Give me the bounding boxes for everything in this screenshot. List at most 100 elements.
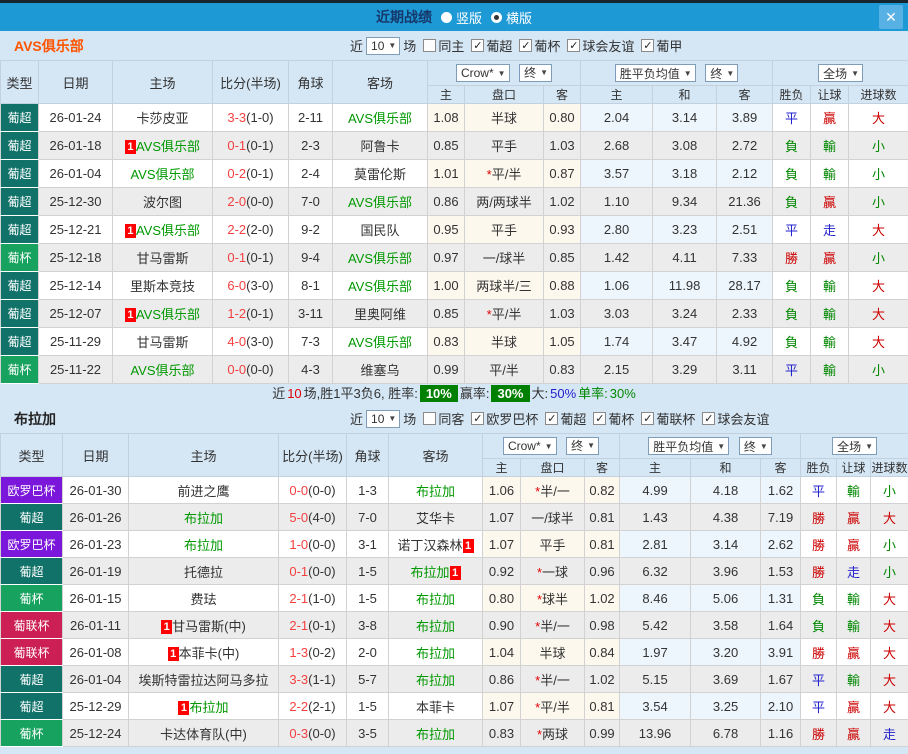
result-wdl-cell: 勝 (800, 503, 838, 531)
avg-away-cell: 1.31 (760, 584, 802, 612)
average-select[interactable]: 胜平负均值 ▼ (648, 437, 730, 455)
average-select[interactable]: 胜平负均值 ▼ (614, 64, 696, 82)
date-cell: 26-01-24 (38, 103, 113, 132)
dropdown-arrow-icon: ▼ (865, 441, 873, 451)
home-team-cell: 1 布拉加 (128, 692, 279, 720)
odds-away-cell: 0.87 (542, 159, 582, 188)
checkbox-icon (641, 412, 655, 425)
corner-cell: 2-0 (346, 638, 389, 666)
date-cell: 25-12-24 (62, 719, 129, 747)
match-count-select[interactable]: 10 ▼ (366, 409, 401, 428)
avg-home-cell: 2.68 (580, 131, 654, 160)
result-wdl-cell: 負 (772, 271, 812, 300)
handicap-cell: *平/半 (520, 692, 585, 720)
odds-time-select[interactable]: 终 ▼ (519, 63, 553, 82)
league-checkbox-label: 葡超 (486, 39, 513, 54)
odds-away-cell: 0.84 (583, 638, 621, 666)
avg-draw-cell: 3.47 (652, 327, 718, 356)
result-handicap-cell: 贏 (810, 243, 850, 272)
league-checkbox[interactable]: 球会友谊 (567, 36, 634, 55)
col-header: 类型 (0, 433, 63, 477)
odds-time-select[interactable]: 终 ▼ (566, 436, 600, 455)
date-cell: 26-01-04 (38, 159, 113, 188)
sub-col-header: 盘口 (464, 85, 544, 104)
same-venue-checkbox[interactable]: 同客 (423, 409, 464, 428)
odds-away-cell: 0.96 (583, 557, 621, 585)
odds-away-cell: 0.81 (583, 692, 621, 720)
odds-away-cell: 0.88 (542, 271, 582, 300)
result-handicap-cell: 輸 (810, 271, 850, 300)
fulltime-select[interactable]: 全场 ▼ (832, 437, 877, 455)
score-cell: 2-0(0-0) (212, 187, 289, 216)
sub-col-header: 胜负 (800, 458, 838, 477)
result-goals-cell: 小 (870, 476, 908, 504)
result-wdl-cell: 平 (800, 476, 838, 504)
league-checkbox[interactable]: 葡甲 (641, 36, 682, 55)
avg-away-cell: 2.72 (716, 131, 774, 160)
checkbox-icon (545, 412, 559, 425)
home-team-cell: 1 AVS俱乐部 (112, 299, 213, 328)
avg-away-cell: 1.67 (760, 665, 802, 693)
league-checkbox[interactable]: 葡超 (545, 409, 586, 428)
league-checkbox[interactable]: 葡超 (471, 36, 512, 55)
changed-odds-star-icon: * (536, 564, 543, 580)
league-checkbox[interactable]: 葡杯 (593, 409, 634, 428)
sub-col-header: 主 (580, 85, 654, 104)
checkbox-icon (471, 412, 485, 425)
handicap-cell: 两/两球半 (464, 187, 544, 216)
odds-away-cell: 0.99 (583, 719, 621, 747)
match-count-select[interactable]: 10 ▼ (366, 36, 401, 55)
fulltime-select[interactable]: 全场 ▼ (818, 64, 863, 82)
checkbox-icon (423, 39, 437, 52)
stat-part: 赢率: (459, 386, 490, 401)
avg-home-cell: 1.06 (580, 271, 654, 300)
average-time-select[interactable]: 终 ▼ (738, 437, 772, 455)
section-braga: 布拉加 近 10 ▼ 场 同客 欧罗巴杯葡超葡杯葡联杯球会友谊 类型 日期 主场… (0, 404, 908, 747)
result-wdl-cell: 負 (800, 584, 838, 612)
home-team-cell: 前进之鹰 (128, 476, 279, 504)
avg-home-cell: 3.54 (619, 692, 692, 720)
stat-part: 单率: (578, 386, 608, 401)
score-cell: 1-3(0-2) (278, 638, 347, 666)
changed-odds-star-icon: * (535, 618, 541, 634)
result-goals-cell: 小 (848, 187, 908, 216)
close-button[interactable]: ✕ (879, 5, 903, 29)
home-team-cell: 里斯本竞技 (112, 271, 213, 300)
date-cell: 26-01-23 (62, 530, 129, 558)
score-cell: 3-3(1-0) (212, 103, 289, 132)
league-checkbox[interactable]: 欧罗巴杯 (471, 409, 538, 428)
matches-table: 类型 日期 主场 比分(半场) 角球 客场 Crow* ▼ 终 ▼ 胜平负均值 ▼ 终… (0, 60, 908, 384)
odds-home-cell: 0.86 (482, 665, 521, 693)
avg-home-cell: 5.42 (619, 611, 692, 639)
same-venue-checkbox[interactable]: 同主 (423, 36, 464, 55)
score-cell: 2-1(1-0) (278, 584, 347, 612)
avg-away-cell: 2.10 (760, 692, 802, 720)
score-cell: 0-0(0-0) (278, 476, 347, 504)
avg-home-cell: 2.15 (580, 355, 654, 384)
result-handicap-cell: 輸 (836, 665, 872, 693)
league-checkbox[interactable]: 葡联杯 (641, 409, 695, 428)
league-type-cell: 葡超 (0, 692, 63, 720)
bookmaker-select[interactable]: Crow* ▼ (502, 437, 557, 456)
result-goals-cell: 小 (870, 557, 908, 585)
avg-home-cell: 3.03 (580, 299, 654, 328)
radio-horizontal-layout[interactable]: 横版 (482, 8, 532, 27)
date-cell: 25-11-22 (38, 355, 113, 384)
odds-home-cell: 0.83 (427, 327, 465, 356)
league-checkbox[interactable]: 球会友谊 (702, 409, 769, 428)
avg-home-cell: 2.04 (580, 103, 654, 132)
away-team-cell: 维塞乌 (332, 355, 428, 384)
corner-cell: 3-1 (346, 530, 389, 558)
average-time-select[interactable]: 终 ▼ (705, 64, 739, 82)
radio-vertical-layout[interactable]: 竖版 (432, 8, 482, 27)
result-handicap-cell: 輸 (810, 159, 850, 188)
matches-table: 类型 日期 主场 比分(半场) 角球 客场 Crow* ▼ 终 ▼ 胜平负均值 ▼ 终… (0, 433, 908, 747)
odds-home-cell: 1.00 (427, 271, 465, 300)
dropdown-arrow-icon: ▼ (851, 68, 859, 78)
score-cell: 0-1(0-1) (212, 243, 289, 272)
league-type-cell: 葡联杯 (0, 638, 63, 666)
section-avs-club: AVS俱乐部 近 10 ▼ 场 同主 葡超葡杯球会友谊葡甲 类型 日期 主场 比… (0, 31, 908, 404)
bookmaker-select[interactable]: Crow* ▼ (455, 64, 510, 83)
league-checkbox[interactable]: 葡杯 (519, 36, 560, 55)
handicap-cell: *两球 (520, 719, 585, 747)
